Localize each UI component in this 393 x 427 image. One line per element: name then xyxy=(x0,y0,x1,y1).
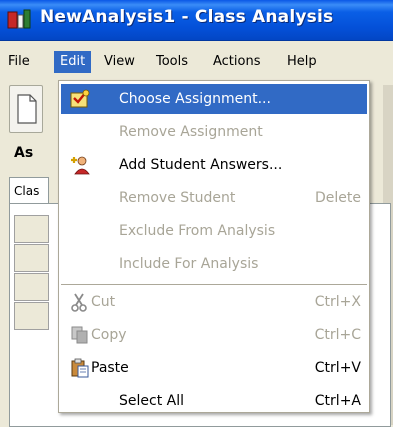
row-header-cell[interactable] xyxy=(14,302,49,330)
menu-tools[interactable]: Tools xyxy=(150,51,194,73)
menu-item-label: Cut xyxy=(91,294,116,310)
menu-item-label: Exclude From Analysis xyxy=(119,223,276,239)
menu-item-choose-assignment[interactable]: Choose Assignment... xyxy=(61,84,367,114)
tab-class-label: Clas xyxy=(14,184,40,198)
menu-item-shortcut: Ctrl+A xyxy=(314,393,361,409)
row-header-cell[interactable] xyxy=(14,215,49,243)
menu-item-label: Include For Analysis xyxy=(119,256,259,272)
menu-item-shortcut: Delete xyxy=(315,190,361,206)
menu-item-label: Choose Assignment... xyxy=(119,91,271,107)
menu-item-shortcut: Ctrl+C xyxy=(314,327,361,343)
menu-item-shortcut: Ctrl+X xyxy=(314,294,361,310)
paste-icon xyxy=(71,358,89,378)
assignment-icon xyxy=(70,89,90,108)
menu-item-copy[interactable]: Copy Ctrl+C xyxy=(61,320,367,350)
row-header-cell[interactable] xyxy=(14,244,49,272)
tab-class[interactable]: Clas xyxy=(9,177,49,203)
row-header-cell[interactable] xyxy=(14,273,49,301)
menu-bar: File Edit View Tools Actions Help xyxy=(0,41,393,81)
menu-view[interactable]: View xyxy=(98,51,141,73)
menu-item-label: Add Student Answers... xyxy=(119,157,283,173)
menu-actions[interactable]: Actions xyxy=(207,51,267,73)
menu-edit[interactable]: Edit xyxy=(54,51,92,73)
scissors-icon xyxy=(71,293,87,312)
menu-item-shortcut: Ctrl+V xyxy=(314,360,361,376)
new-document-button[interactable] xyxy=(9,85,43,133)
menu-item-paste[interactable]: Paste Ctrl+V xyxy=(61,353,367,383)
menu-item-label: Remove Student xyxy=(119,190,236,206)
menu-item-label: Remove Assignment xyxy=(119,124,263,140)
section-label: As xyxy=(14,145,34,161)
add-student-icon xyxy=(71,156,90,175)
copy-icon xyxy=(71,326,88,344)
menu-item-remove-assignment[interactable]: Remove Assignment xyxy=(61,117,367,147)
menu-item-remove-student[interactable]: Remove Student Delete xyxy=(61,183,367,213)
window-title: NewAnalysis1 - Class Analysis xyxy=(40,7,334,27)
menu-help[interactable]: Help xyxy=(281,51,323,73)
menu-item-select-all[interactable]: Select All Ctrl+A xyxy=(61,386,367,416)
menu-item-cut[interactable]: Cut Ctrl+X xyxy=(61,287,367,317)
menu-separator xyxy=(61,284,367,285)
menu-item-exclude-from-analysis[interactable]: Exclude From Analysis xyxy=(61,216,367,246)
menu-item-label: Copy xyxy=(91,327,127,343)
menu-item-include-for-analysis[interactable]: Include For Analysis xyxy=(61,249,367,279)
menu-file[interactable]: File xyxy=(2,51,36,73)
menu-item-label: Paste xyxy=(91,360,129,376)
edit-menu-dropdown: Choose Assignment... Remove Assignment A… xyxy=(58,80,370,413)
menu-item-label: Select All xyxy=(119,393,184,409)
menu-item-add-student-answers[interactable]: Add Student Answers... xyxy=(61,150,367,180)
app-icon xyxy=(7,9,31,29)
title-bar[interactable]: NewAnalysis1 - Class Analysis xyxy=(0,0,393,41)
new-document-icon xyxy=(17,94,37,124)
